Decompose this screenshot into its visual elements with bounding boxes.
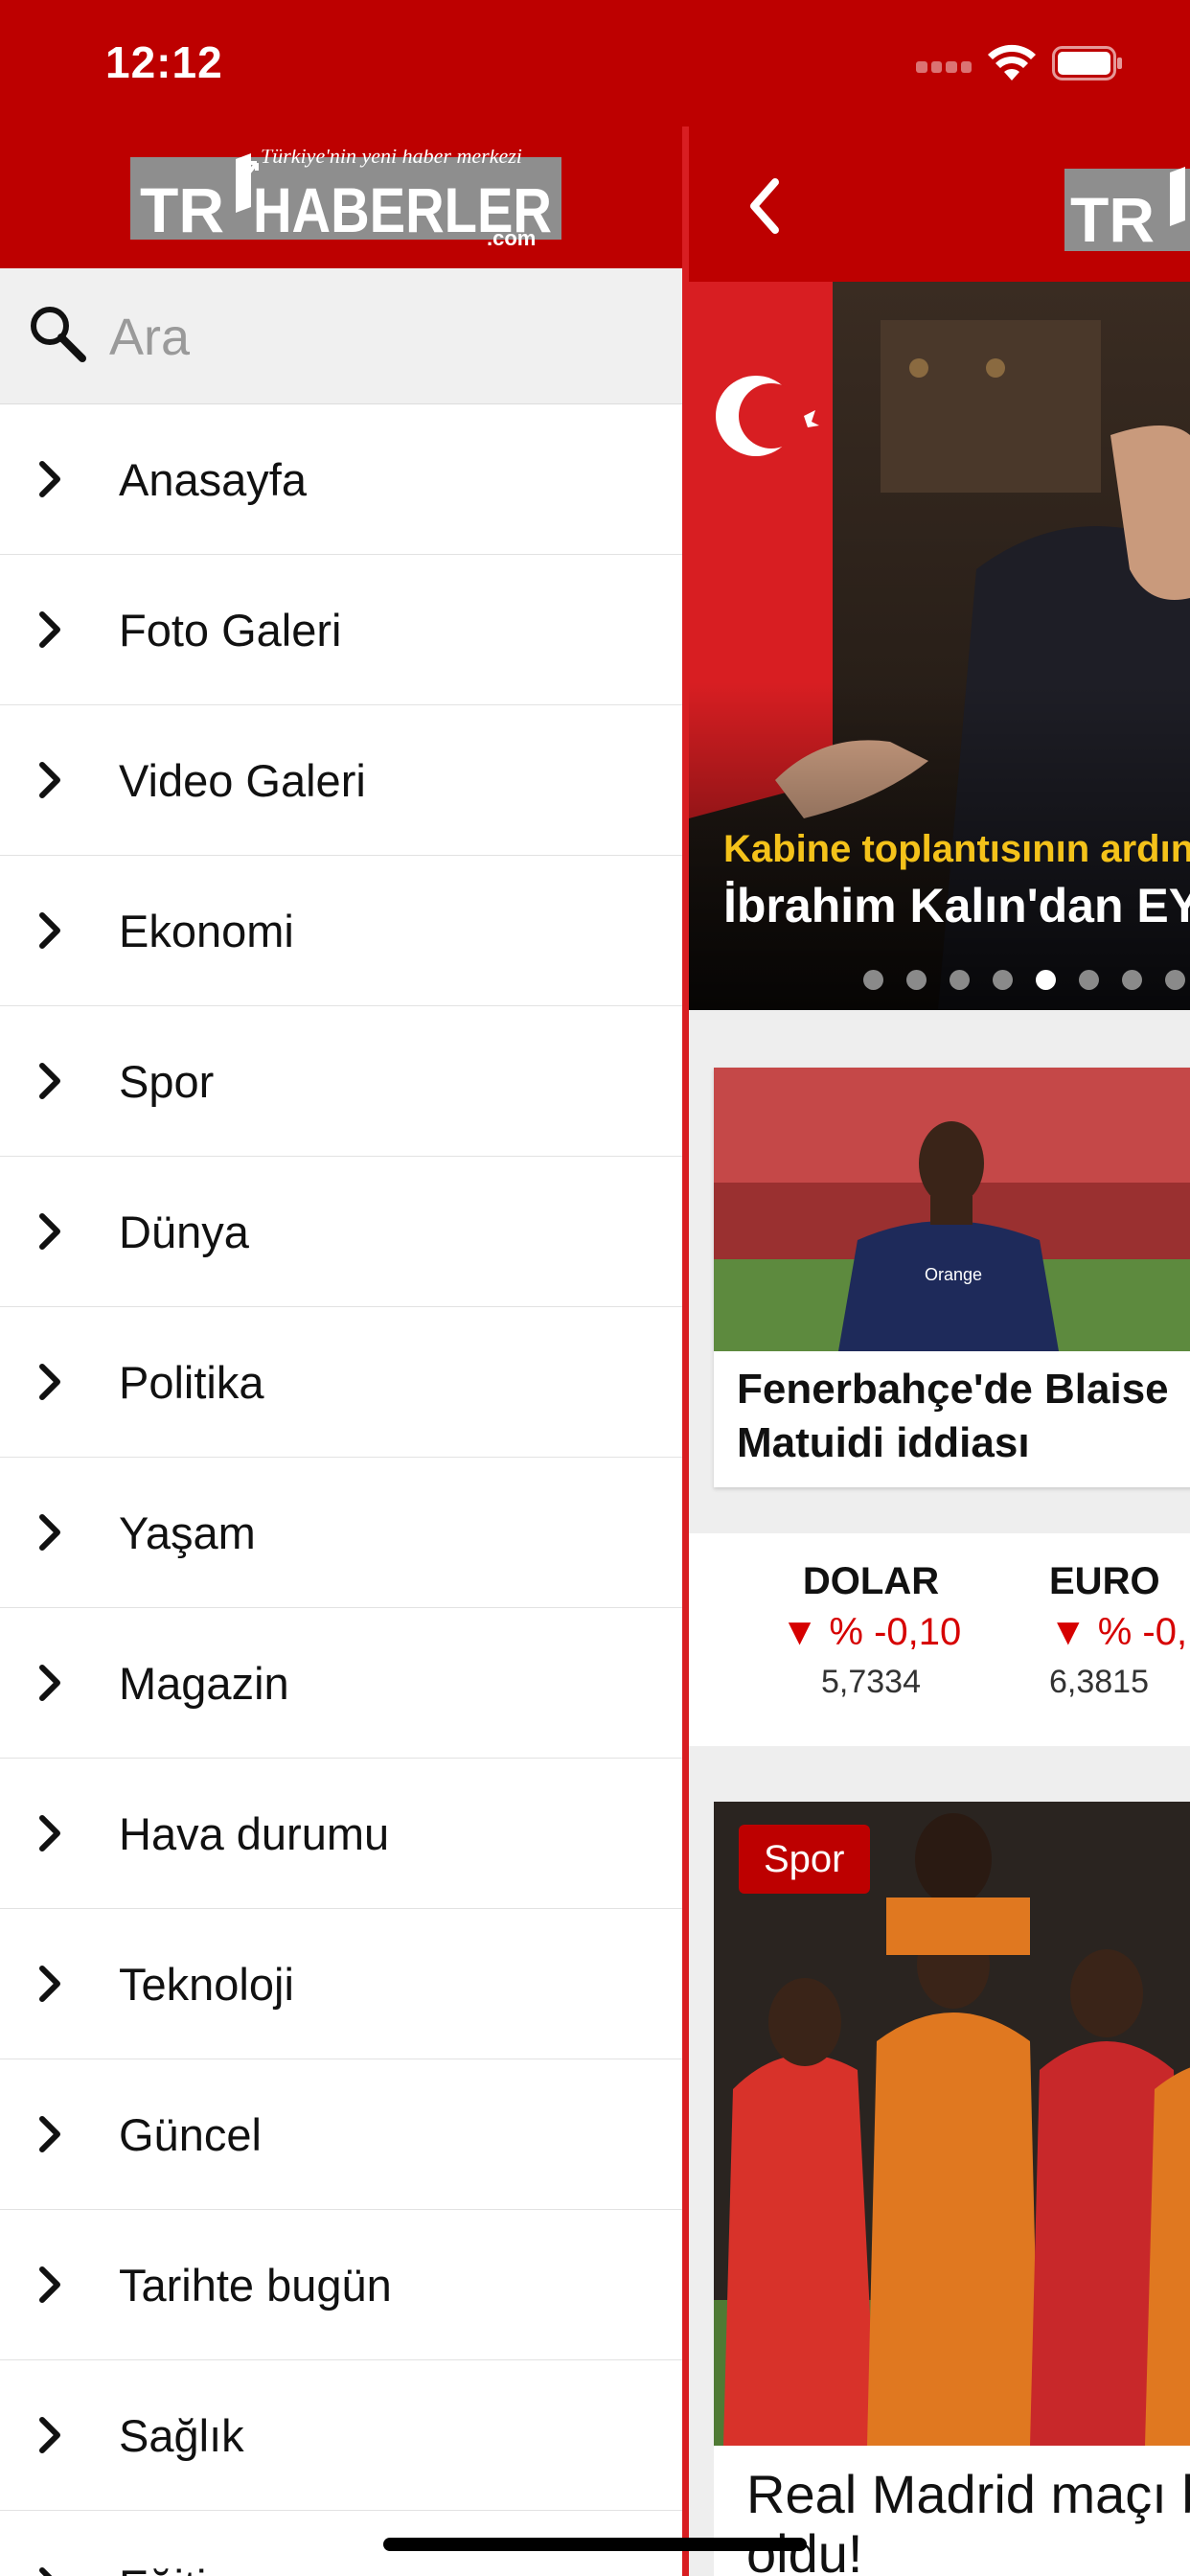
svg-text:Türkiye'nin yeni haber merkezi: Türkiye'nin yeni haber merkezi (261, 150, 522, 168)
menu-item-label: Magazin (119, 1657, 289, 1709)
news-card-photo (714, 1802, 1190, 2446)
chevron-right-icon (39, 2567, 53, 2576)
chevron-right-icon (39, 762, 60, 798)
chevron-right-icon (39, 1213, 60, 1250)
drawer-divider (682, 126, 689, 2576)
category-tag[interactable]: Spor (739, 1825, 870, 1894)
slider-dot[interactable] (1036, 970, 1056, 990)
battery-icon (1052, 46, 1122, 80)
trhaberler-logo[interactable]: TR HABERLER Türkiye'nin yeni haber merke… (130, 150, 561, 245)
menu-item-label: Foto Galeri (119, 604, 342, 656)
currency-change: ▼ % -0,10 (780, 1611, 962, 1653)
menu-item-label: Spor (119, 1055, 215, 1107)
menu-item[interactable]: Politika (0, 1307, 682, 1458)
svg-text:.com: .com (487, 226, 536, 245)
news-card[interactable]: Spor Real Madrid maçı belli oldu! (714, 1802, 1190, 2576)
slider-dot[interactable] (1165, 970, 1185, 990)
currency-name: DOLAR (802, 1560, 940, 1602)
currency-change: ▼ % -0, (1049, 1611, 1188, 1653)
chevron-right-icon (39, 611, 60, 648)
slider-dot[interactable] (906, 970, 927, 990)
slider-page-indicator[interactable] (863, 970, 1185, 990)
home-indicator[interactable] (383, 2538, 807, 2551)
menu-item-label: Eğiti (119, 2560, 206, 2576)
search-icon[interactable] (27, 303, 88, 364)
news-card-photo: Orange (714, 1068, 1190, 1351)
headline-kicker: Kabine toplantısının ardın (723, 828, 1190, 870)
menu-item[interactable]: Hava durumu (0, 1759, 682, 1909)
menu-item[interactable]: Dünya (0, 1157, 682, 1307)
chevron-right-icon (39, 2417, 60, 2453)
menu-item-label: Ekonomi (119, 905, 294, 956)
currency-ticker[interactable]: DOLAR ▼ % -0,10 5,7334 EURO ▼ % -0, 6,38… (689, 1533, 1190, 1746)
chevron-right-icon (39, 1063, 60, 1099)
status-bar: 12:12 (0, 0, 1190, 126)
svg-text:TR: TR (140, 174, 224, 245)
search-bar (0, 268, 682, 404)
slider-dot[interactable] (863, 970, 883, 990)
menu-item[interactable]: Sağlık (0, 2360, 682, 2511)
menu-item[interactable]: Tarihte bugün (0, 2210, 682, 2360)
menu-item[interactable]: Anasayfa (0, 404, 682, 555)
svg-text:Orange: Orange (925, 1265, 982, 1284)
menu-item-label: Teknoloji (119, 1958, 294, 2010)
currency-value: 5,7334 (821, 1664, 921, 1700)
status-time: 12:12 (105, 37, 223, 87)
currency-dolar: DOLAR ▼ % -0,10 5,7334 (756, 1560, 986, 1701)
menu-item-label: Yaşam (119, 1506, 256, 1558)
chevron-right-icon (39, 1514, 60, 1551)
chevron-right-icon (39, 912, 60, 949)
main-content-panel: TR Kabine toplantısının ardın İbrahim Ka… (689, 0, 1190, 2576)
news-card-title: Real Madrid maçı belli oldu! (746, 2464, 1190, 2576)
menu-item[interactable]: Teknoloji (0, 1909, 682, 2059)
headline-slider[interactable]: Kabine toplantısının ardın İbrahim Kalın… (689, 282, 1190, 1010)
menu-item[interactable]: Yaşam (0, 1458, 682, 1608)
menu-item-label: Sağlık (119, 2409, 244, 2461)
menu-item[interactable]: Güncel (0, 2059, 682, 2210)
currency-euro: EURO ▼ % -0, 6,3815 (1049, 1560, 1190, 1701)
chevron-right-icon (39, 1665, 60, 1701)
menu-item-label: Güncel (119, 2108, 262, 2160)
news-card[interactable]: Orange Fenerbahçe'de Blaise Matuidi iddi… (714, 1068, 1190, 1487)
menu-item-label: Politika (119, 1356, 264, 1408)
menu-item[interactable]: Foto Galeri (0, 555, 682, 705)
menu-item[interactable]: Video Galeri (0, 705, 682, 856)
news-card-title: Fenerbahçe'de Blaise Matuidi iddiası (737, 1366, 1169, 1466)
chevron-right-icon (39, 2116, 60, 2152)
currency-name: EURO (1049, 1560, 1160, 1602)
svg-text:TR: TR (1070, 184, 1155, 251)
cellular-signal-icon (916, 61, 972, 73)
menu-item-label: Dünya (119, 1206, 249, 1257)
slider-dot[interactable] (1079, 970, 1099, 990)
menu-item-label: Anasayfa (119, 453, 307, 505)
menu-item-label: Hava durumu (119, 1807, 390, 1859)
chevron-right-icon (39, 1364, 60, 1400)
chevron-right-icon (39, 2266, 60, 2303)
chevron-right-icon (39, 1815, 60, 1852)
back-chevron-icon[interactable] (746, 176, 781, 236)
slider-dot[interactable] (993, 970, 1013, 990)
down-arrow-icon: ▼ (1049, 1611, 1098, 1653)
slider-dot[interactable] (950, 970, 970, 990)
menu-item[interactable]: Ekonomi (0, 856, 682, 1006)
currency-value: 6,3815 (1049, 1664, 1149, 1700)
down-arrow-icon: ▼ (780, 1611, 830, 1653)
chevron-right-icon (39, 1966, 60, 2002)
menu-item-label: Tarihte bugün (119, 2259, 392, 2311)
slider-dot[interactable] (1122, 970, 1142, 990)
menu-item-label: Video Galeri (119, 754, 366, 806)
wifi-icon (988, 44, 1036, 80)
navigation-drawer: TR HABERLER Türkiye'nin yeni haber merke… (0, 0, 682, 2576)
menu-item[interactable]: Spor (0, 1006, 682, 1157)
headline-title: İbrahim Kalın'dan EYT v (723, 879, 1190, 932)
menu-item[interactable]: Magazin (0, 1608, 682, 1759)
search-input[interactable] (109, 297, 646, 378)
category-menu: Anasayfa Foto Galeri Video Galeri Ekonomi Sp… (0, 404, 682, 2576)
main-header: TR (689, 126, 1190, 282)
header-logo[interactable]: TR (1064, 165, 1190, 251)
chevron-right-icon (39, 461, 60, 497)
